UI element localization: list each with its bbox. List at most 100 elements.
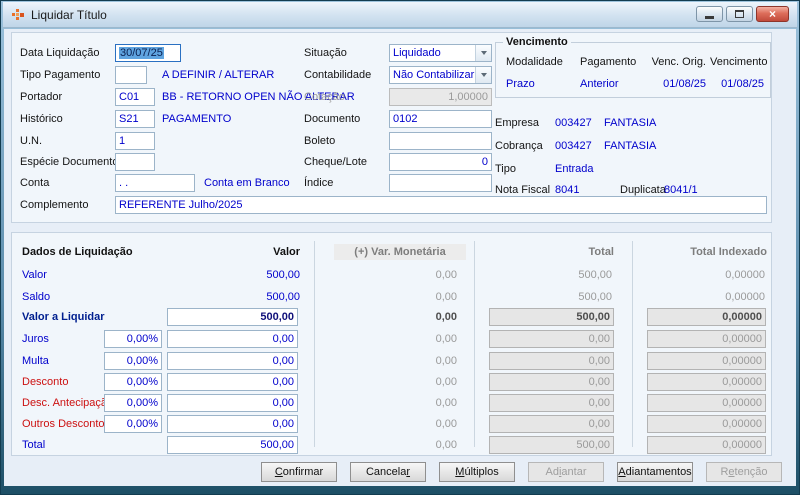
duplicata-value: 8041/1	[664, 184, 698, 196]
row-saldo-total: 500,00	[578, 291, 612, 303]
outros-descontos-valor-field[interactable]: 0,00	[167, 415, 298, 433]
tipo-pagamento-field[interactable]	[115, 66, 147, 84]
tipo-pagamento-label: Tipo Pagamento	[20, 69, 101, 81]
empresa-code: 003427	[555, 117, 592, 129]
contabilidade-select[interactable]: Não Contabilizar	[389, 66, 492, 84]
row-outros-descontos-var: 0,00	[435, 418, 457, 430]
desconto-pct-field[interactable]: 0,00%	[104, 373, 162, 391]
multiplos-button[interactable]: Múltiplos	[439, 462, 515, 482]
conta-desc: Conta em Branco	[204, 177, 290, 189]
chevron-down-icon	[475, 45, 491, 61]
pagamento-value: Anterior	[580, 78, 619, 90]
row-saldo-var: 0,00	[435, 291, 457, 303]
chevron-down-icon	[475, 67, 491, 83]
row-multa-total: 0,00	[489, 352, 614, 370]
tipo-value: Entrada	[555, 163, 594, 175]
confirmar-button[interactable]: Confirmar	[261, 462, 337, 482]
modalidade-header: Modalidade	[506, 56, 563, 68]
row-desconto-total: 0,00	[489, 373, 614, 391]
outros-descontos-pct-field[interactable]: 0,00%	[104, 415, 162, 433]
situacao-select[interactable]: Liquidado	[389, 44, 492, 62]
cheque-lote-label: Cheque/Lote	[304, 156, 367, 168]
venc-orig-header: Venc. Orig.	[651, 56, 706, 68]
cotacao-label: Cotação	[304, 91, 345, 103]
adiantar-button: Adiantar	[528, 462, 604, 482]
venc-orig-value: 01/08/25	[663, 78, 706, 90]
portador-label: Portador	[20, 91, 63, 103]
contabilidade-label: Contabilidade	[304, 69, 372, 81]
modalidade-value: Prazo	[506, 78, 535, 90]
row-desc-antecipacao-tidx: 0,00000	[647, 394, 766, 412]
cancelar-button[interactable]: Cancelar	[350, 462, 426, 482]
column-divider	[632, 241, 633, 447]
indice-label: Índice	[304, 177, 334, 189]
row-valor-liquidar-label: Valor a Liquidar	[22, 311, 105, 323]
indice-field[interactable]	[389, 174, 492, 192]
documento-field[interactable]: 0102	[389, 110, 492, 128]
row-outros-descontos-label: Outros Descontos	[22, 418, 111, 430]
title-bar[interactable]: Liquidar Título ×	[3, 2, 797, 28]
duplicata-label: Duplicata	[620, 184, 666, 196]
vencimento-value: 01/08/25	[721, 78, 764, 90]
grid-header-dados: Dados de Liquidação	[22, 246, 133, 258]
row-total-label: Total	[22, 439, 46, 451]
valor-liquidar-field[interactable]: 500,00	[167, 308, 298, 326]
cobranca-code: 003427	[555, 140, 592, 152]
row-desc-antecipacao-label: Desc. Antecipação	[22, 397, 114, 409]
complemento-label: Complemento	[20, 199, 89, 211]
boleto-label: Boleto	[304, 135, 336, 147]
row-multa-var: 0,00	[435, 355, 457, 367]
row-desconto-label: Desconto	[22, 376, 69, 388]
conta-field[interactable]: . .	[115, 174, 195, 192]
nota-fiscal-value: 8041	[555, 184, 580, 196]
documento-label: Documento	[304, 113, 361, 125]
total-valor-field[interactable]: 500,00	[167, 436, 298, 454]
un-label: U.N.	[20, 135, 42, 147]
row-juros-tidx: 0,00000	[647, 330, 766, 348]
row-saldo-valor: 500,00	[266, 291, 300, 303]
row-valor-tidx: 0,00000	[725, 269, 765, 281]
juros-pct-field[interactable]: 0,00%	[104, 330, 162, 348]
un-field[interactable]: 1	[115, 132, 155, 150]
dialog-window: Liquidar Título × Data Liquidação 30/07/…	[0, 0, 800, 495]
row-juros-label: Juros	[22, 333, 49, 345]
desconto-valor-field[interactable]: 0,00	[167, 373, 298, 391]
especie-documento-field[interactable]	[115, 153, 155, 171]
desc-antecipacao-pct-field[interactable]: 0,00%	[104, 394, 162, 412]
juros-valor-field[interactable]: 0,00	[167, 330, 298, 348]
row-desconto-tidx: 0,00000	[647, 373, 766, 391]
row-multa-tidx: 0,00000	[647, 352, 766, 370]
historico-field[interactable]: S21	[115, 110, 155, 128]
cobranca-label: Cobrança	[495, 140, 543, 152]
vencimento-group: Vencimento Modalidade Pagamento Venc. Or…	[495, 35, 771, 98]
close-icon[interactable]: ×	[756, 6, 789, 22]
minimize-icon[interactable]	[696, 6, 723, 22]
tipo-label: Tipo	[495, 163, 516, 175]
vencimento-header: Vencimento	[710, 56, 768, 68]
grid-header-total: Total	[588, 246, 614, 258]
window-title: Liquidar Título	[31, 7, 107, 22]
dialog-body: Data Liquidação 30/07/25 Tipo Pagamento …	[4, 29, 796, 486]
adiantamentos-button[interactable]: Adiantamentos	[617, 462, 693, 482]
row-desc-antecipacao-total: 0,00	[489, 394, 614, 412]
empresa-label: Empresa	[495, 117, 540, 129]
row-juros-total: 0,00	[489, 330, 614, 348]
cobranca-name: FANTASIA	[604, 140, 657, 152]
boleto-field[interactable]	[389, 132, 492, 150]
especie-documento-label: Espécie Documento	[20, 156, 119, 168]
row-valor-var: 0,00	[435, 269, 457, 281]
portador-field[interactable]: C01	[115, 88, 155, 106]
multa-valor-field[interactable]: 0,00	[167, 352, 298, 370]
data-liquidacao-field[interactable]: 30/07/25	[115, 44, 181, 62]
row-multa-label: Multa	[22, 355, 49, 367]
restore-icon[interactable]	[726, 6, 753, 22]
empresa-name: FANTASIA	[604, 117, 657, 129]
row-valor-valor: 500,00	[266, 269, 300, 281]
row-saldo-tidx: 0,00000	[725, 291, 765, 303]
row-outros-descontos-total: 0,00	[489, 415, 614, 433]
app-icon	[12, 8, 24, 20]
cheque-lote-field[interactable]: 0	[389, 153, 492, 171]
multa-pct-field[interactable]: 0,00%	[104, 352, 162, 370]
desc-antecipacao-valor-field[interactable]: 0,00	[167, 394, 298, 412]
row-desconto-var: 0,00	[435, 376, 457, 388]
